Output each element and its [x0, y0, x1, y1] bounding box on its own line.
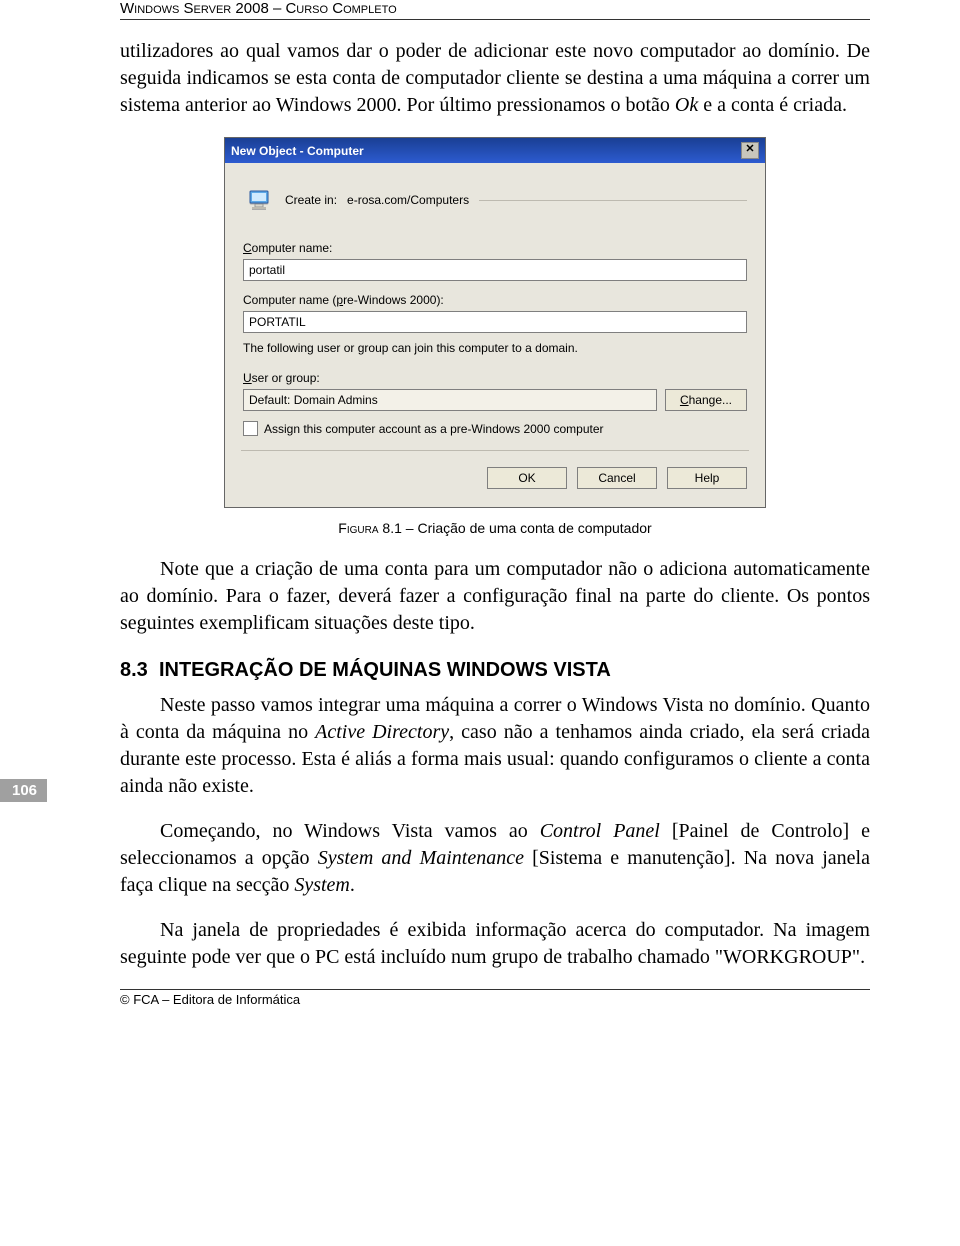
divider — [241, 450, 749, 451]
paragraph-3: Neste passo vamos integrar uma máquina a… — [120, 692, 870, 800]
prewin-name-label: Computer name (pre-Windows 2000):Compute… — [243, 293, 747, 307]
user-group-label: User or group:User or group: — [243, 371, 747, 385]
figure-text: – Criação de uma conta de computador — [402, 520, 652, 536]
dialog-titlebar[interactable]: New Object - Computer ✕ — [225, 138, 765, 163]
cancel-button[interactable]: Cancel — [577, 467, 657, 489]
dialog-container: New Object - Computer ✕ Create in: e-ros… — [120, 137, 870, 508]
divider — [479, 200, 747, 201]
paragraph-5: Na janela de propriedades é exibida info… — [120, 917, 870, 971]
info-text: The following user or group can join thi… — [243, 341, 747, 355]
page-number-badge: 106 — [0, 779, 47, 802]
dialog-title-text: New Object - Computer — [231, 144, 364, 158]
user-group-input[interactable] — [243, 389, 657, 411]
assign-prewin-label: Assign this computer account as a pre-Wi… — [264, 422, 604, 436]
change-button[interactable]: Change... — [665, 389, 747, 411]
computer-icon — [245, 185, 275, 215]
section-heading: 8.3 INTEGRAÇÃO DE MÁQUINAS WINDOWS VISTA — [120, 659, 870, 682]
section-number: 8.3 — [120, 659, 148, 681]
create-in-label: Create in: — [285, 193, 337, 207]
control-panel: Control Panel — [540, 820, 660, 842]
figure-label: Figura — [338, 520, 378, 536]
text: e a conta é criada. — [698, 94, 847, 116]
ok-button[interactable]: OK — [487, 467, 567, 489]
computer-name-input[interactable] — [243, 259, 747, 281]
help-button[interactable]: Help — [667, 467, 747, 489]
create-in-value: e-rosa.com/Computers — [347, 193, 469, 207]
ok-literal: Ok — [675, 94, 698, 116]
active-directory: Active Directory — [315, 721, 449, 743]
figure-number: 8.1 — [382, 520, 401, 536]
system: System — [294, 874, 350, 896]
paragraph-note: Note que a criação de uma conta para um … — [120, 556, 870, 637]
section-title: INTEGRAÇÃO DE MÁQUINAS WINDOWS VISTA — [159, 659, 611, 681]
prewin-name-input[interactable] — [243, 311, 747, 333]
close-icon[interactable]: ✕ — [741, 142, 759, 159]
text: Começando, no Windows Vista vamos ao — [160, 820, 540, 842]
new-object-computer-dialog: New Object - Computer ✕ Create in: e-ros… — [224, 137, 766, 508]
paragraph-1: utilizadores ao qual vamos dar o poder d… — [120, 38, 870, 119]
paragraph-4: Começando, no Windows Vista vamos ao Con… — [120, 818, 870, 899]
system-maintenance: System and Maintenance — [318, 847, 524, 869]
text: . — [350, 874, 355, 896]
computer-name-label: Computer nComputer name:ame: — [243, 241, 747, 255]
page-footer: © FCA – Editora de Informática — [120, 989, 870, 1007]
running-header: Windows Server 2008 – Curso Completo — [120, 0, 870, 20]
assign-prewin-checkbox[interactable] — [243, 421, 258, 436]
figure-caption: Figura 8.1 – Criação de uma conta de com… — [120, 520, 870, 536]
